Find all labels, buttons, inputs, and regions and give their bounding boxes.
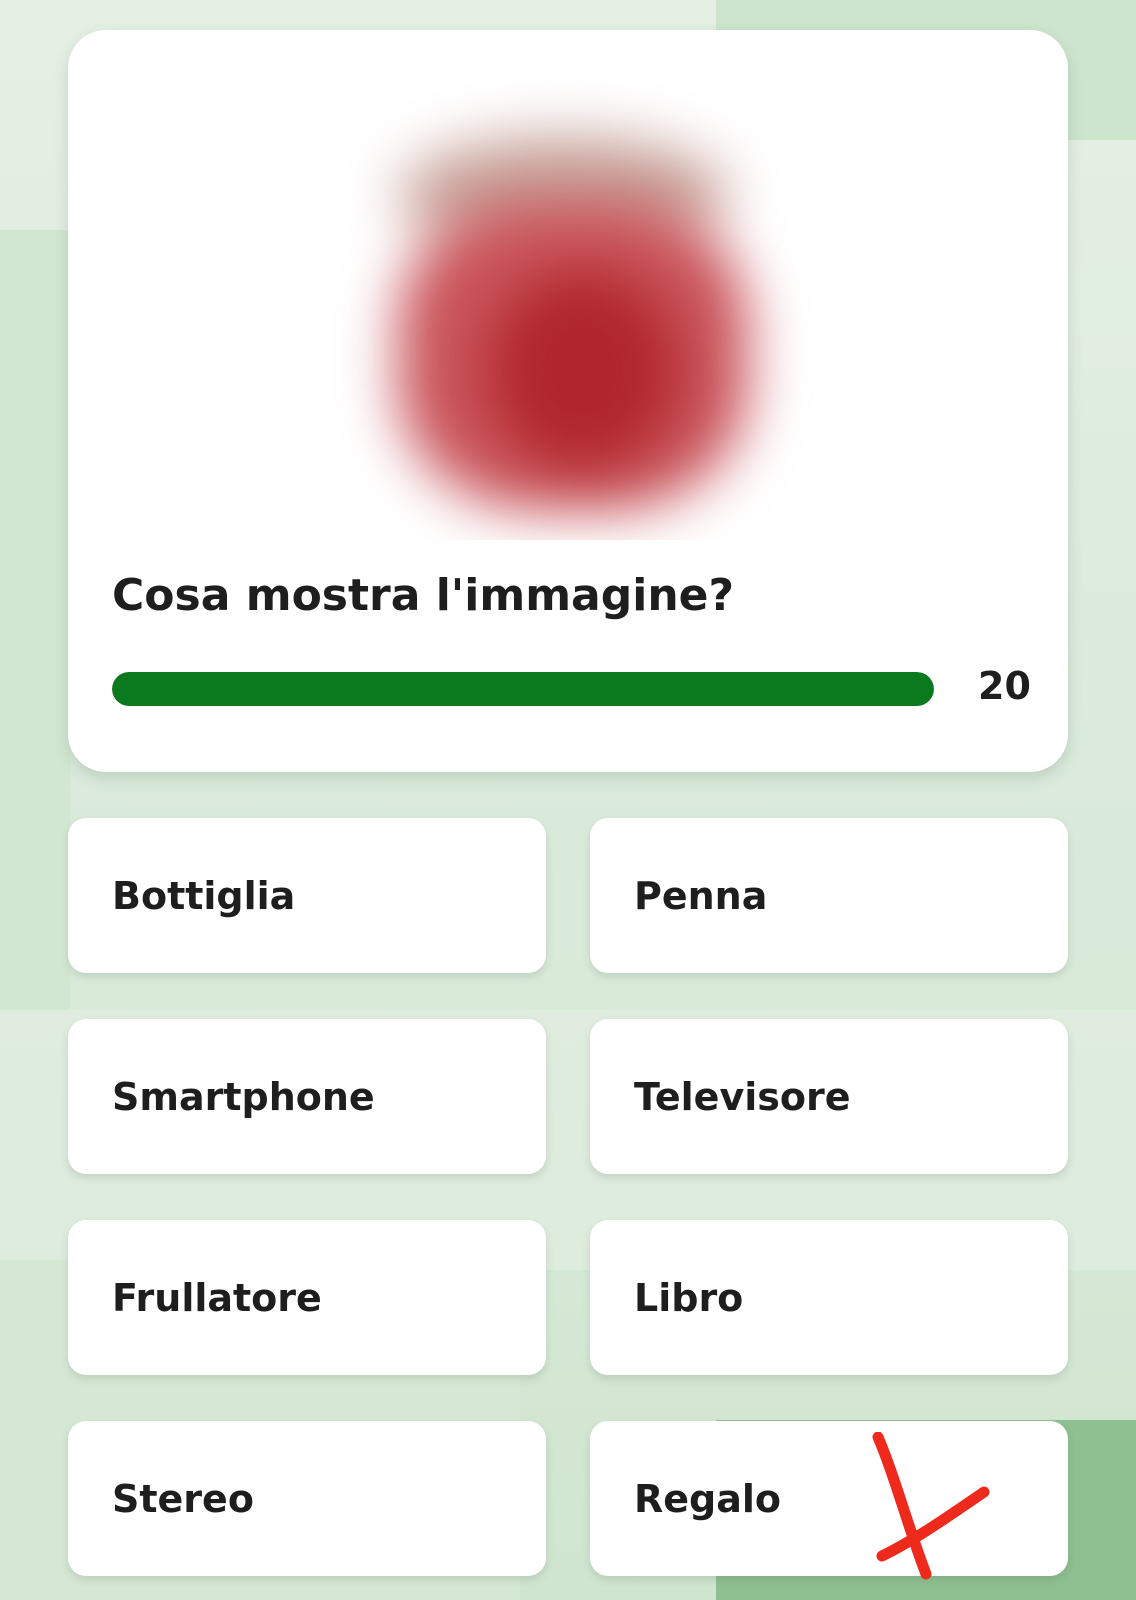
question-text: Cosa mostra l'immagine? [112, 570, 735, 621]
background-shape [0, 230, 70, 1010]
timer-bar [112, 672, 934, 706]
answer-button-smartphone[interactable]: Smartphone [68, 1019, 546, 1174]
image-blur-region [488, 270, 678, 470]
timer-bar-fill [112, 672, 934, 706]
answer-button-frullatore[interactable]: Frullatore [68, 1220, 546, 1375]
question-image [258, 80, 878, 540]
answer-button-bottiglia[interactable]: Bottiglia [68, 818, 546, 973]
answer-button-stereo[interactable]: Stereo [68, 1421, 546, 1576]
answer-button-libro[interactable]: Libro [590, 1220, 1068, 1375]
answer-button-televisore[interactable]: Televisore [590, 1019, 1068, 1174]
timer-value: 20 [978, 664, 1031, 708]
answer-button-penna[interactable]: Penna [590, 818, 1068, 973]
red-x-mark-icon [872, 1432, 990, 1580]
question-card: Cosa mostra l'immagine? 20 [68, 30, 1068, 772]
